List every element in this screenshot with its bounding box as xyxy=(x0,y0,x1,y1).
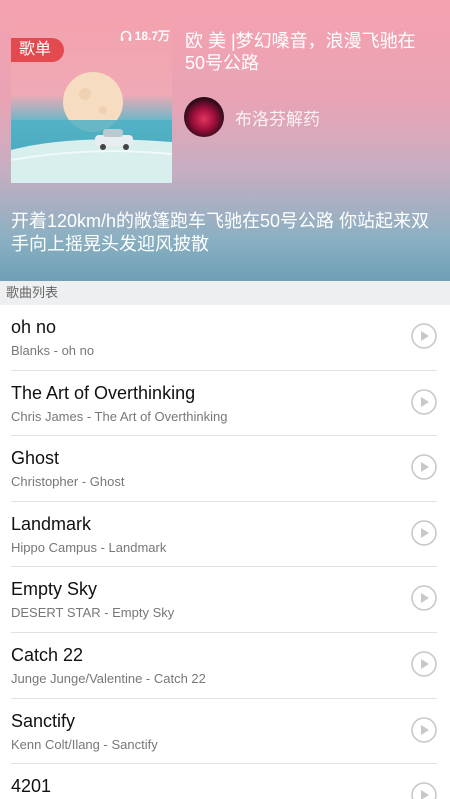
song-title: Sanctify xyxy=(11,710,76,731)
song-subtitle: Chris James - The Art of Overthinking xyxy=(11,408,228,424)
play-circle-icon[interactable] xyxy=(411,782,437,799)
song-subtitle: Christopher - Ghost xyxy=(11,474,125,490)
play-circle-icon[interactable] xyxy=(411,519,437,546)
song-title: Ghost xyxy=(11,448,60,469)
song-subtitle: Junge Junge/Valentine - Catch 22 xyxy=(11,670,206,686)
creator-name[interactable]: 布洛芬解药 xyxy=(235,105,320,130)
avatar[interactable] xyxy=(184,97,224,137)
headphone-icon xyxy=(120,30,131,41)
song-row[interactable]: The Art of Overthinking Chris James - The… xyxy=(11,371,437,437)
song-list: oh no Blanks - oh no The Art of Overthinki… xyxy=(0,305,450,799)
play-circle-icon[interactable] xyxy=(411,716,437,743)
song-row[interactable]: Landmark Hippo Campus - Landmark xyxy=(11,502,437,568)
playlist-badge: 歌单 xyxy=(11,38,65,62)
song-row[interactable]: oh no Blanks - oh no xyxy=(11,305,437,371)
song-title: oh no xyxy=(11,317,57,337)
play-circle-icon[interactable] xyxy=(411,388,437,415)
song-row[interactable]: Catch 22 Junge Junge/Valentine - Catch 22 xyxy=(11,633,437,699)
song-title: Landmark xyxy=(11,513,92,534)
creator[interactable]: 布洛芬解药 xyxy=(184,97,320,137)
song-row[interactable]: 4201 xyxy=(11,764,437,799)
song-subtitle: DESERT STAR - Empty Sky xyxy=(11,605,175,621)
song-subtitle: Hippo Campus - Landmark xyxy=(11,539,167,555)
song-title: Catch 22 xyxy=(11,644,84,665)
song-row[interactable]: Ghost Christopher - Ghost xyxy=(11,436,437,502)
song-title: 4201 xyxy=(11,776,52,797)
song-subtitle: Kenn Colt/Ilang - Sanctify xyxy=(11,736,158,752)
playlist-header: 歌单 18.7万 欧 美 |梦幻嗓音，浪漫飞驰在50号公路 布洛芬解药 开着12… xyxy=(0,0,450,281)
playlist-title: 欧 美 |梦幻嗓音，浪漫飞驰在50号公路 xyxy=(185,31,416,73)
play-circle-icon[interactable] xyxy=(411,651,437,677)
play-circle-icon[interactable] xyxy=(411,585,437,612)
song-row[interactable]: Empty Sky DESERT STAR - Empty Sky xyxy=(11,567,437,633)
section-header: 歌曲列表 xyxy=(0,281,450,305)
song-row[interactable]: Sanctify Kenn Colt/Ilang - Sanctify xyxy=(11,699,437,765)
song-title: Empty Sky xyxy=(11,579,98,600)
play-count-value: 18.7万 xyxy=(134,29,170,43)
play-circle-icon[interactable] xyxy=(411,323,437,349)
play-count: 18.7万 xyxy=(104,27,170,45)
song-subtitle: Blanks - oh no xyxy=(11,343,95,358)
song-title: The Art of Overthinking xyxy=(11,382,196,403)
playlist-description: 开着120km/h的敞篷跑车飞驰在50号公路 你站起来双手向上摇晃头发迎风披散 xyxy=(11,211,430,254)
play-circle-icon[interactable] xyxy=(411,454,437,480)
